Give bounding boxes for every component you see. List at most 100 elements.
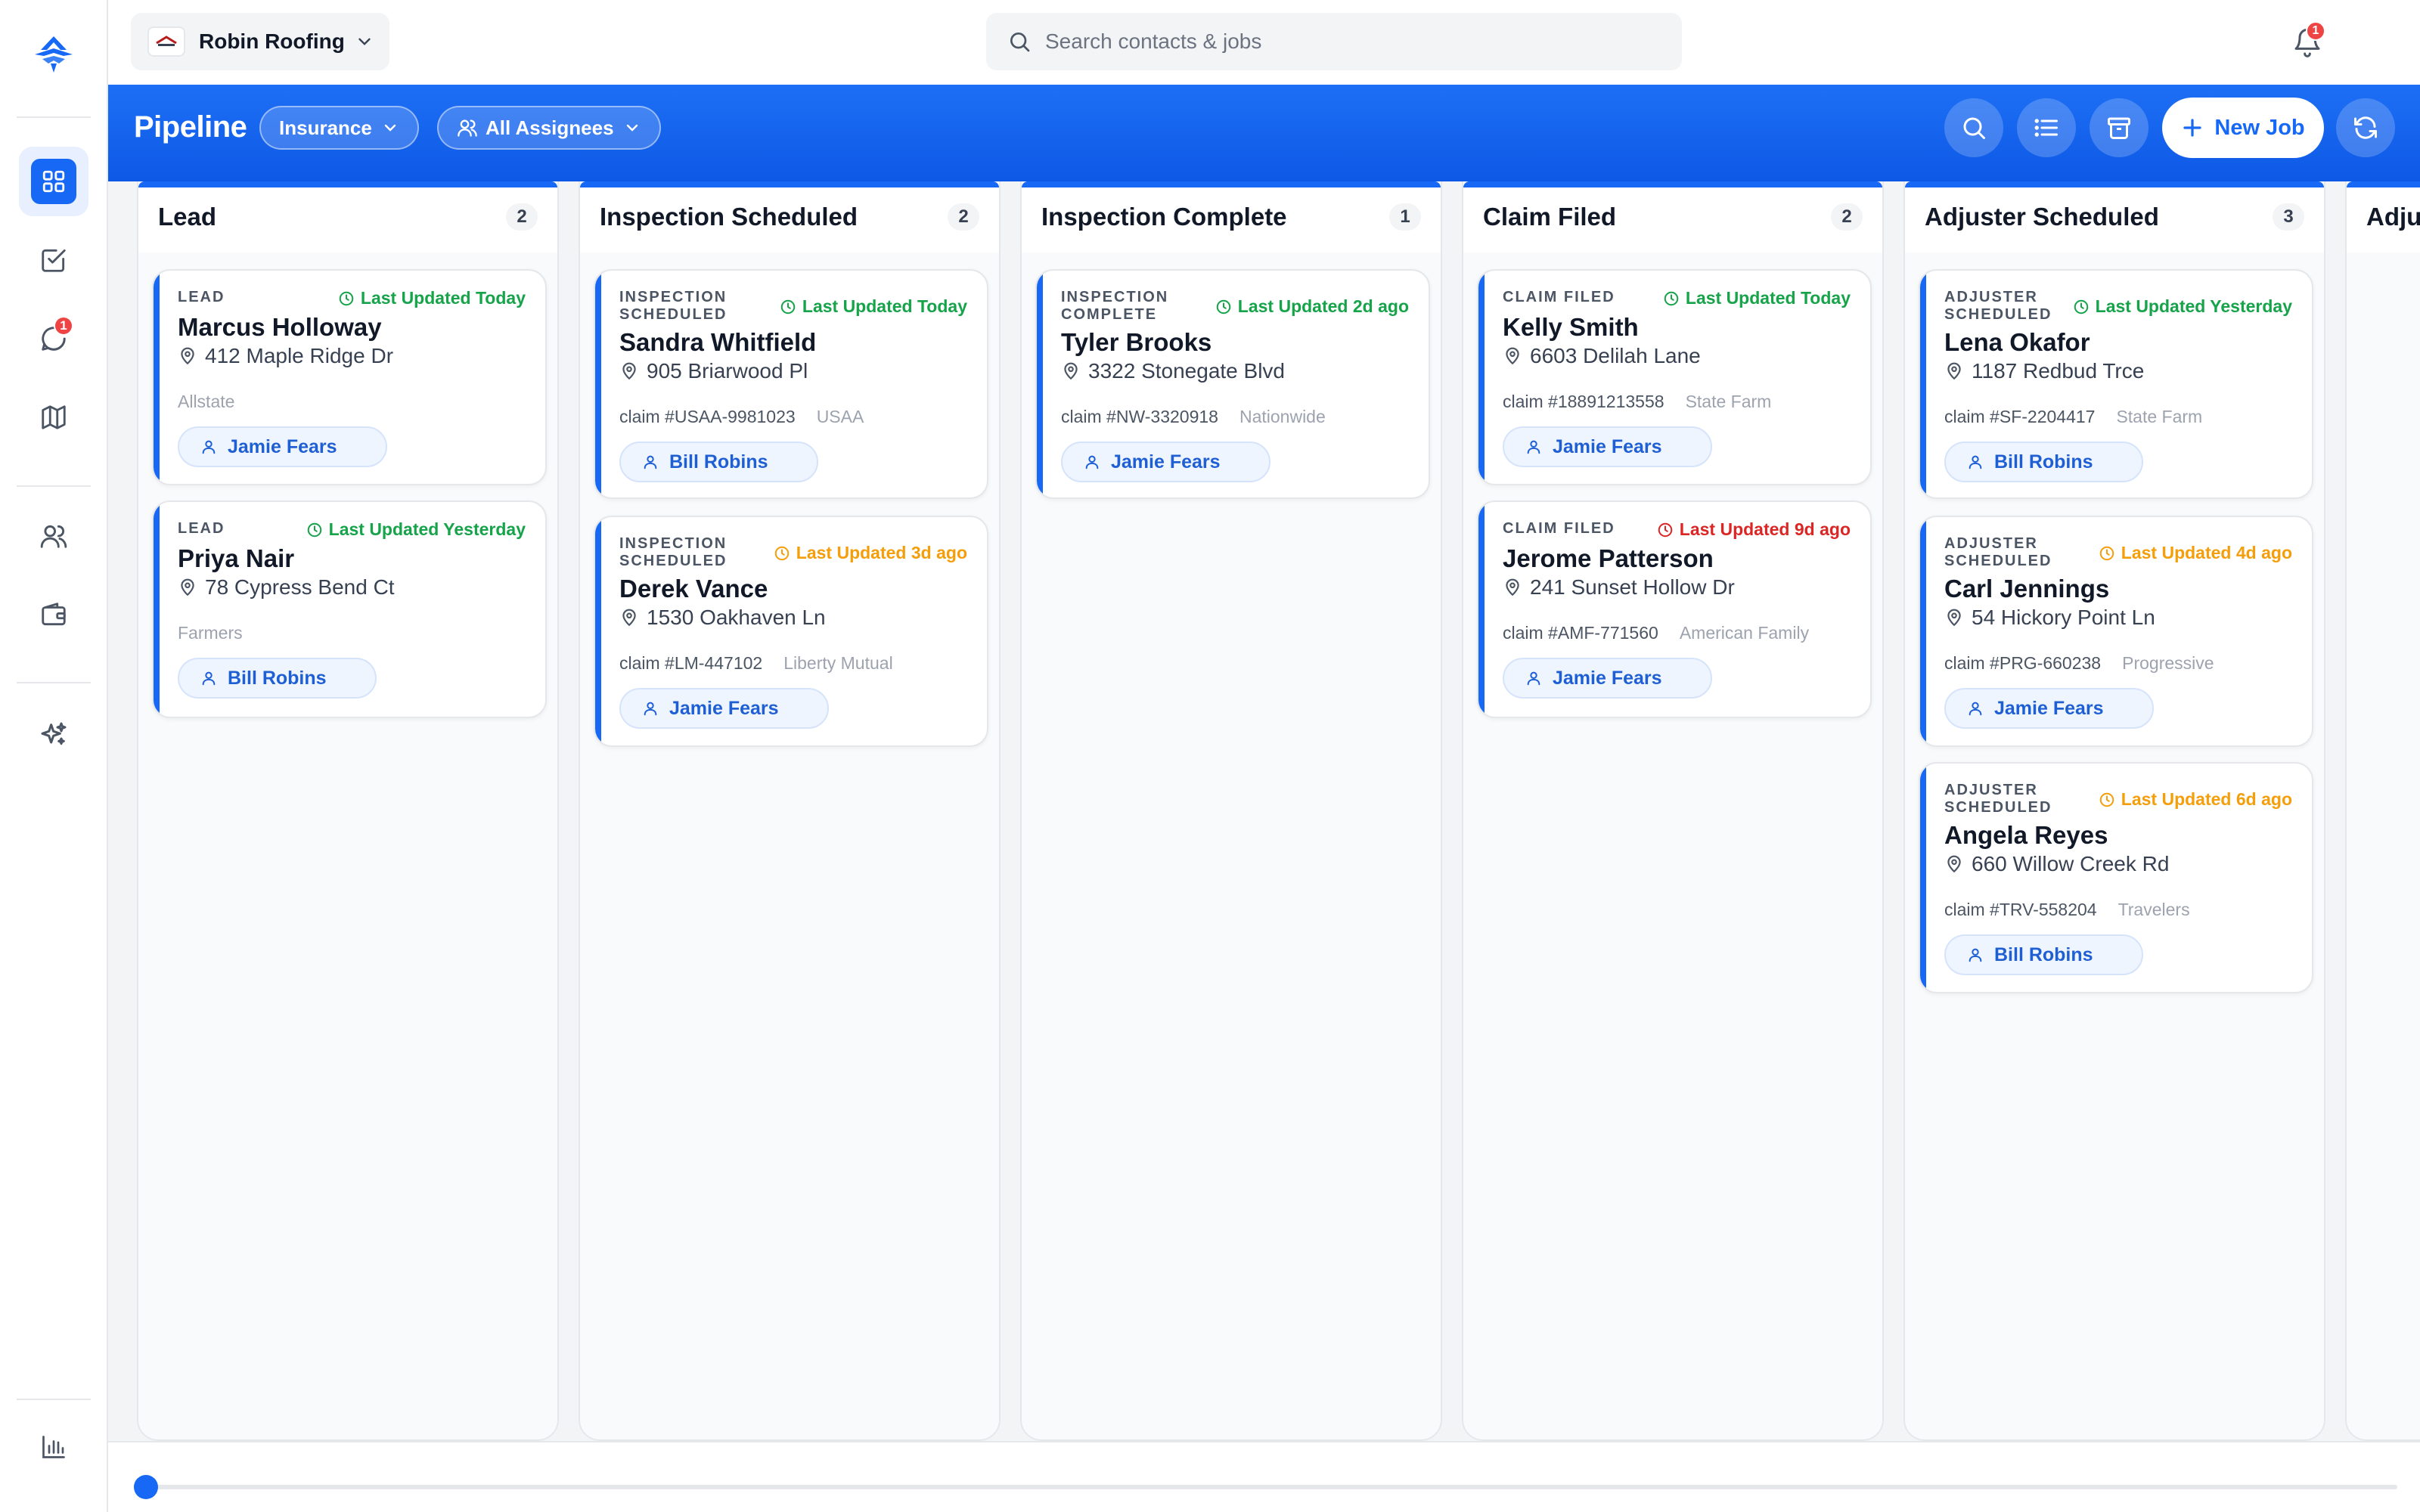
column-count: 2 xyxy=(1831,203,1863,231)
location-pin-icon xyxy=(1944,608,1964,627)
company-switcher[interactable]: Robin Roofing xyxy=(131,13,389,70)
insurance-carrier: USAA xyxy=(816,407,864,426)
last-updated-text: Last Updated 2d ago xyxy=(1237,296,1409,316)
sidebar-item-messages[interactable]: 1 xyxy=(19,304,88,373)
assignee-chip[interactable]: Bill Robins xyxy=(1944,442,2143,482)
job-card[interactable]: LEAD Last Updated Today Marcus Holloway … xyxy=(152,269,547,485)
job-card[interactable]: INSPECTION SCHEDULED Last Updated 3d ago… xyxy=(594,516,988,747)
sidebar-item-reports[interactable] xyxy=(19,1412,88,1482)
last-updated: Last Updated 4d ago xyxy=(2099,543,2292,563)
card-accent xyxy=(1478,502,1485,717)
user-icon xyxy=(642,700,659,717)
job-card[interactable]: INSPECTION COMPLETE Last Updated 2d ago … xyxy=(1035,269,1430,499)
sidebar-divider xyxy=(17,682,91,683)
plus-icon xyxy=(2181,116,2204,139)
brand-logo-icon[interactable] xyxy=(30,33,77,76)
card-stage: INSPECTION SCHEDULED xyxy=(619,289,728,323)
claim-number: claim #18891213558 xyxy=(1503,392,1665,411)
card-stage: CLAIM FILED xyxy=(1503,520,1615,537)
horizontal-scrollbar[interactable] xyxy=(138,1485,2397,1489)
users-icon xyxy=(39,522,68,550)
new-job-button[interactable]: New Job xyxy=(2162,98,2324,158)
assignee-chip[interactable]: Jamie Fears xyxy=(1944,688,2154,729)
clock-icon xyxy=(780,299,796,315)
company-name: Robin Roofing xyxy=(199,29,345,53)
assignee-chip[interactable]: Jamie Fears xyxy=(178,426,387,467)
chevron-down-icon xyxy=(381,119,399,137)
job-address: 78 Cypress Bend Ct xyxy=(178,575,395,600)
search-button[interactable] xyxy=(1944,98,2003,157)
location-pin-icon xyxy=(1944,361,1964,381)
job-type-filter[interactable]: Insurance xyxy=(259,106,419,150)
column-header: Inspection Scheduled 2 xyxy=(580,181,999,253)
sidebar-item-ai[interactable] xyxy=(19,700,88,770)
wallet-icon xyxy=(39,600,68,629)
contact-name: Sandra Whitfield xyxy=(619,328,817,356)
job-card[interactable]: CLAIM FILED Last Updated 9d ago Jerome P… xyxy=(1477,500,1872,718)
job-address: 54 Hickory Point Ln xyxy=(1944,606,2155,630)
scrollbar-thumb[interactable] xyxy=(134,1475,158,1499)
job-card[interactable]: LEAD Last Updated Yesterday Priya Nair 7… xyxy=(152,500,547,718)
archive-button[interactable] xyxy=(2090,98,2149,157)
claim-info: claim #AMF-771560 American Family xyxy=(1503,623,1809,643)
last-updated: Last Updated Today xyxy=(338,288,526,308)
chevron-down-icon xyxy=(623,119,641,137)
sidebar-item-wallet[interactable] xyxy=(19,580,88,649)
refresh-button[interactable] xyxy=(2336,98,2395,157)
job-address: 412 Maple Ridge Dr xyxy=(178,344,393,368)
card-accent xyxy=(595,271,601,497)
clock-icon xyxy=(1663,290,1680,307)
bar-chart-icon xyxy=(40,1433,67,1461)
assignee-chip[interactable]: Jamie Fears xyxy=(1503,658,1712,699)
claim-number: claim #NW-3320918 xyxy=(1061,407,1218,426)
notifications-button[interactable]: 1 xyxy=(2286,21,2328,64)
user-icon xyxy=(200,438,217,455)
contact-name: Lena Okafor xyxy=(1944,328,2090,356)
assignee-chip[interactable]: Jamie Fears xyxy=(1061,442,1270,482)
assignee-chip[interactable]: Bill Robins xyxy=(178,658,377,699)
sidebar-divider xyxy=(17,485,91,487)
job-card[interactable]: ADJUSTER SCHEDULED Last Updated Yesterda… xyxy=(1919,269,2313,499)
clock-icon xyxy=(2099,545,2115,562)
job-address-text: 1187 Redbud Trce xyxy=(1972,359,2145,383)
search-input[interactable]: Search contacts & jobs xyxy=(986,13,1682,70)
location-pin-icon xyxy=(1944,854,1964,874)
claim-info: claim #USAA-9981023 USAA xyxy=(619,407,864,427)
sidebar-item-dashboard[interactable] xyxy=(19,147,88,216)
sidebar-item-contacts[interactable] xyxy=(19,501,88,571)
assignee-chip[interactable]: Jamie Fears xyxy=(619,688,829,729)
last-updated-text: Last Updated Yesterday xyxy=(328,519,526,539)
column-header: Inspection Complete 1 xyxy=(1022,181,1441,253)
job-card[interactable]: INSPECTION SCHEDULED Last Updated Today … xyxy=(594,269,988,499)
job-card[interactable]: ADJUSTER SCHEDULED Last Updated 6d ago A… xyxy=(1919,762,2313,993)
claim-number: claim #LM-447102 xyxy=(619,653,763,673)
job-address-text: 3322 Stonegate Blvd xyxy=(1088,359,1285,383)
assignee-filter[interactable]: All Assignees xyxy=(437,106,661,150)
sidebar-item-map[interactable] xyxy=(19,383,88,452)
sidebar-item-tasks[interactable] xyxy=(19,225,88,295)
list-view-button[interactable] xyxy=(2017,98,2076,157)
top-bar: Robin Roofing Search contacts & jobs 1 B xyxy=(108,0,2420,85)
claim-number: claim #PRG-660238 xyxy=(1944,653,2102,673)
card-stage: ADJUSTER SCHEDULED xyxy=(1944,289,2052,323)
job-card[interactable]: CLAIM FILED Last Updated Today Kelly Smi… xyxy=(1477,269,1872,485)
column-header: Adjuster Scheduled 3 xyxy=(1905,181,2324,253)
column-accent xyxy=(2347,181,2420,187)
claim-info: claim #LM-447102 Liberty Mutual xyxy=(619,653,893,674)
job-address-text: 6603 Delilah Lane xyxy=(1530,344,1701,367)
pipeline-column-claim-filed: Claim Filed 2 CLAIM FILED Last Updated T… xyxy=(1462,181,1884,1441)
insurance-carrier: State Farm xyxy=(1685,392,1772,411)
column-header: Claim Filed 2 xyxy=(1463,181,1882,253)
assignee-name: Jamie Fears xyxy=(1553,435,1662,457)
contact-name: Jerome Patterson xyxy=(1503,544,1714,572)
card-stage: ADJUSTER SCHEDULED xyxy=(1944,535,2052,569)
insurance-carrier: State Farm xyxy=(2116,407,2203,426)
assignee-chip[interactable]: Bill Robins xyxy=(619,442,818,482)
clock-icon xyxy=(2099,792,2115,808)
job-address-text: 905 Briarwood Pl xyxy=(647,359,808,383)
job-card[interactable]: ADJUSTER SCHEDULED Last Updated 4d ago C… xyxy=(1919,516,2313,747)
insurance-carrier: Progressive xyxy=(2122,653,2214,673)
assignee-chip[interactable]: Jamie Fears xyxy=(1503,426,1712,467)
assignee-chip[interactable]: Bill Robins xyxy=(1944,934,2143,975)
sidebar-divider xyxy=(17,1399,91,1400)
